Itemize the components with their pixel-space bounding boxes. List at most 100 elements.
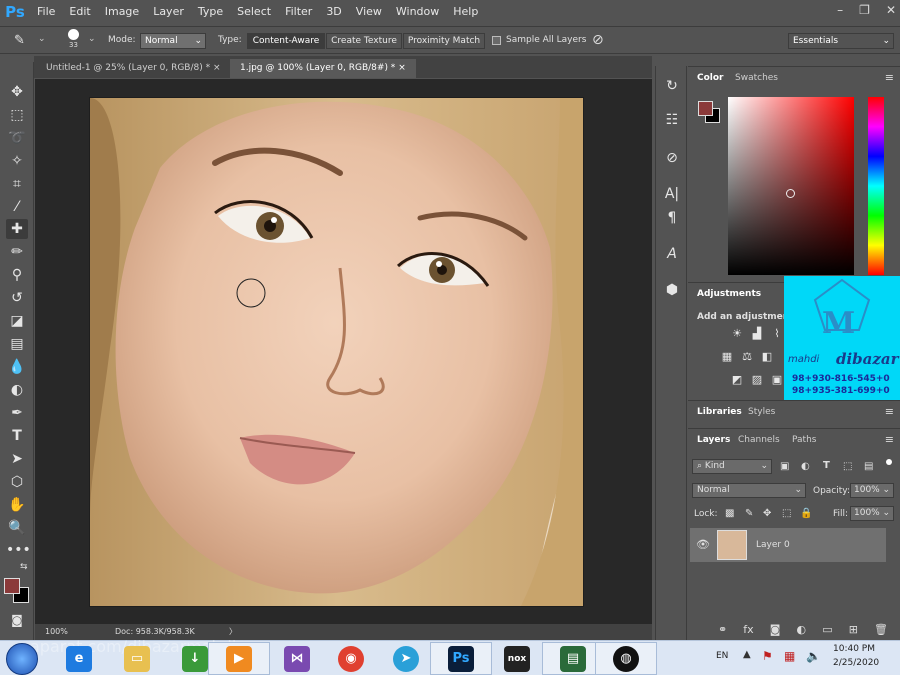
- menu-type[interactable]: Type: [191, 0, 230, 24]
- lasso-tool-icon[interactable]: ➰: [6, 128, 28, 148]
- menu-file[interactable]: File: [30, 0, 62, 24]
- dodge-tool-icon[interactable]: ◐: [6, 380, 28, 400]
- hue-slider[interactable]: [868, 97, 884, 275]
- tab-adjustments[interactable]: Adjustments: [697, 289, 761, 299]
- taskbar-chrome[interactable]: ◉: [320, 642, 382, 675]
- 3d-icon[interactable]: ⬢: [662, 280, 682, 300]
- brush-presets-icon[interactable]: ⊘: [662, 148, 682, 168]
- clock-date[interactable]: 2/25/2020: [833, 658, 879, 668]
- color-field[interactable]: [728, 97, 854, 275]
- workspace-select[interactable]: Essentials ⌄: [788, 33, 894, 49]
- taskbar-explorer[interactable]: ▭: [106, 642, 168, 675]
- quick-mask-icon[interactable]: ◙: [6, 610, 28, 630]
- taskbar-nox[interactable]: nox: [486, 642, 548, 675]
- levels-icon[interactable]: ▟: [750, 328, 764, 340]
- start-button[interactable]: [6, 643, 38, 675]
- restore-icon[interactable]: ❐: [859, 3, 870, 17]
- layer-row[interactable]: 👁 Layer 0: [690, 528, 886, 562]
- history-icon[interactable]: ↻: [662, 76, 682, 96]
- taskbar-media-player[interactable]: ▶: [208, 642, 270, 675]
- move-tool-icon[interactable]: ✥: [6, 82, 28, 102]
- taskbar-ie[interactable]: e: [48, 642, 110, 675]
- menu-3d[interactable]: 3D: [319, 0, 348, 24]
- lock-artboard-icon[interactable]: ⬚: [782, 508, 791, 519]
- filter-smart-object-icon[interactable]: ▤: [864, 461, 873, 472]
- shape-tool-icon[interactable]: ⬡: [6, 472, 28, 492]
- panel-menu-icon[interactable]: ≡: [885, 405, 894, 418]
- tab-channels[interactable]: Channels: [738, 435, 780, 445]
- brush-tool-icon[interactable]: ✏: [6, 242, 28, 262]
- menu-edit[interactable]: Edit: [62, 0, 97, 24]
- tab-layers[interactable]: Layers: [697, 435, 730, 445]
- menu-help[interactable]: Help: [446, 0, 485, 24]
- volume-icon[interactable]: 🔈: [806, 649, 821, 663]
- sample-all-layers-checkbox[interactable]: [492, 36, 501, 45]
- adjustment-layer-icon[interactable]: ◐: [797, 623, 807, 636]
- new-group-icon[interactable]: ▭: [822, 623, 832, 636]
- filter-shape-icon[interactable]: ⬚: [843, 461, 852, 472]
- tab-styles[interactable]: Styles: [748, 407, 775, 417]
- tab-libraries[interactable]: Libraries: [697, 407, 742, 417]
- eraser-tool-icon[interactable]: ◪: [6, 311, 28, 331]
- fill-field[interactable]: 100% ⌄: [850, 506, 894, 521]
- opacity-field[interactable]: 100% ⌄: [850, 483, 894, 498]
- layer-name[interactable]: Layer 0: [756, 540, 790, 550]
- color-balance-icon[interactable]: ⚖: [740, 351, 754, 363]
- menu-layer[interactable]: Layer: [146, 0, 191, 24]
- menu-window[interactable]: Window: [389, 0, 446, 24]
- gradient-tool-icon[interactable]: ▤: [6, 334, 28, 354]
- eyedropper-tool-icon[interactable]: ⁄: [6, 197, 28, 217]
- posterize-icon[interactable]: ▨: [750, 374, 764, 386]
- network-icon[interactable]: ▦: [784, 649, 795, 663]
- taskbar-photoshop[interactable]: Ps: [430, 642, 492, 675]
- zoom-tool-icon[interactable]: 🔍: [6, 518, 28, 538]
- flag-icon[interactable]: ⚑: [762, 649, 773, 663]
- taskbar-vs[interactable]: ⋈: [266, 642, 328, 675]
- history-brush-tool-icon[interactable]: ↺: [6, 288, 28, 308]
- content-aware-button[interactable]: Content-Aware: [247, 33, 325, 49]
- lock-all-icon[interactable]: 🔒: [800, 508, 812, 519]
- character-icon[interactable]: A|: [662, 184, 682, 204]
- quick-selection-tool-icon[interactable]: ✧: [6, 151, 28, 171]
- close-tab-icon[interactable]: ×: [213, 63, 221, 73]
- tab-paths[interactable]: Paths: [792, 435, 816, 445]
- menu-view[interactable]: View: [349, 0, 389, 24]
- foreground-color-swatch[interactable]: [4, 578, 20, 594]
- path-selection-tool-icon[interactable]: ➤: [6, 449, 28, 469]
- brush-dropdown-icon[interactable]: ⌄: [88, 34, 96, 44]
- new-layer-icon[interactable]: ⊞: [849, 623, 858, 636]
- panel-menu-icon[interactable]: ≡: [885, 71, 894, 84]
- menu-select[interactable]: Select: [230, 0, 278, 24]
- zoom-level[interactable]: 100%: [45, 627, 68, 636]
- clone-stamp-tool-icon[interactable]: ⚲: [6, 265, 28, 285]
- properties-icon[interactable]: ☷: [662, 110, 682, 130]
- curves-icon[interactable]: ⌇: [770, 328, 784, 340]
- status-menu-icon[interactable]: 〉: [229, 626, 237, 637]
- menu-filter[interactable]: Filter: [278, 0, 319, 24]
- more-tools-icon[interactable]: •••: [6, 540, 31, 560]
- add-mask-icon[interactable]: ◙: [770, 623, 781, 636]
- filter-type-icon[interactable]: T: [823, 460, 830, 471]
- delete-layer-icon[interactable]: 🗑: [874, 623, 888, 636]
- fx-icon[interactable]: fx: [743, 623, 753, 636]
- proximity-match-button[interactable]: Proximity Match: [403, 33, 485, 49]
- lock-position-icon[interactable]: ✥: [763, 508, 771, 519]
- kind-filter-select[interactable]: ⌕ Kind ⌄: [692, 459, 772, 474]
- menu-image[interactable]: Image: [98, 0, 146, 24]
- panel-menu-icon[interactable]: ≡: [885, 433, 894, 446]
- tab-color[interactable]: Color: [697, 73, 724, 83]
- blend-mode-select[interactable]: Normal ⌄: [692, 483, 806, 498]
- tray-arrow-icon[interactable]: ▲: [743, 649, 751, 660]
- paragraph-icon[interactable]: ¶: [662, 208, 682, 228]
- visibility-eye-icon[interactable]: 👁: [696, 538, 710, 551]
- tab-1-jpg[interactable]: 1.jpg @ 100% (Layer 0, RGB/8#) * ×: [230, 59, 416, 78]
- invert-icon[interactable]: ◩: [730, 374, 744, 386]
- glyphs-icon[interactable]: A: [662, 244, 682, 264]
- swap-colors-icon[interactable]: ⇆: [20, 562, 28, 572]
- hue-saturation-icon[interactable]: ▦: [720, 351, 734, 363]
- close-icon[interactable]: ✕: [886, 3, 896, 17]
- filter-pixel-icon[interactable]: ▣: [780, 461, 789, 472]
- brightness-icon[interactable]: ☀: [730, 328, 744, 340]
- link-layers-icon[interactable]: ⚭: [718, 623, 727, 636]
- color-picker-marker[interactable]: [786, 189, 795, 198]
